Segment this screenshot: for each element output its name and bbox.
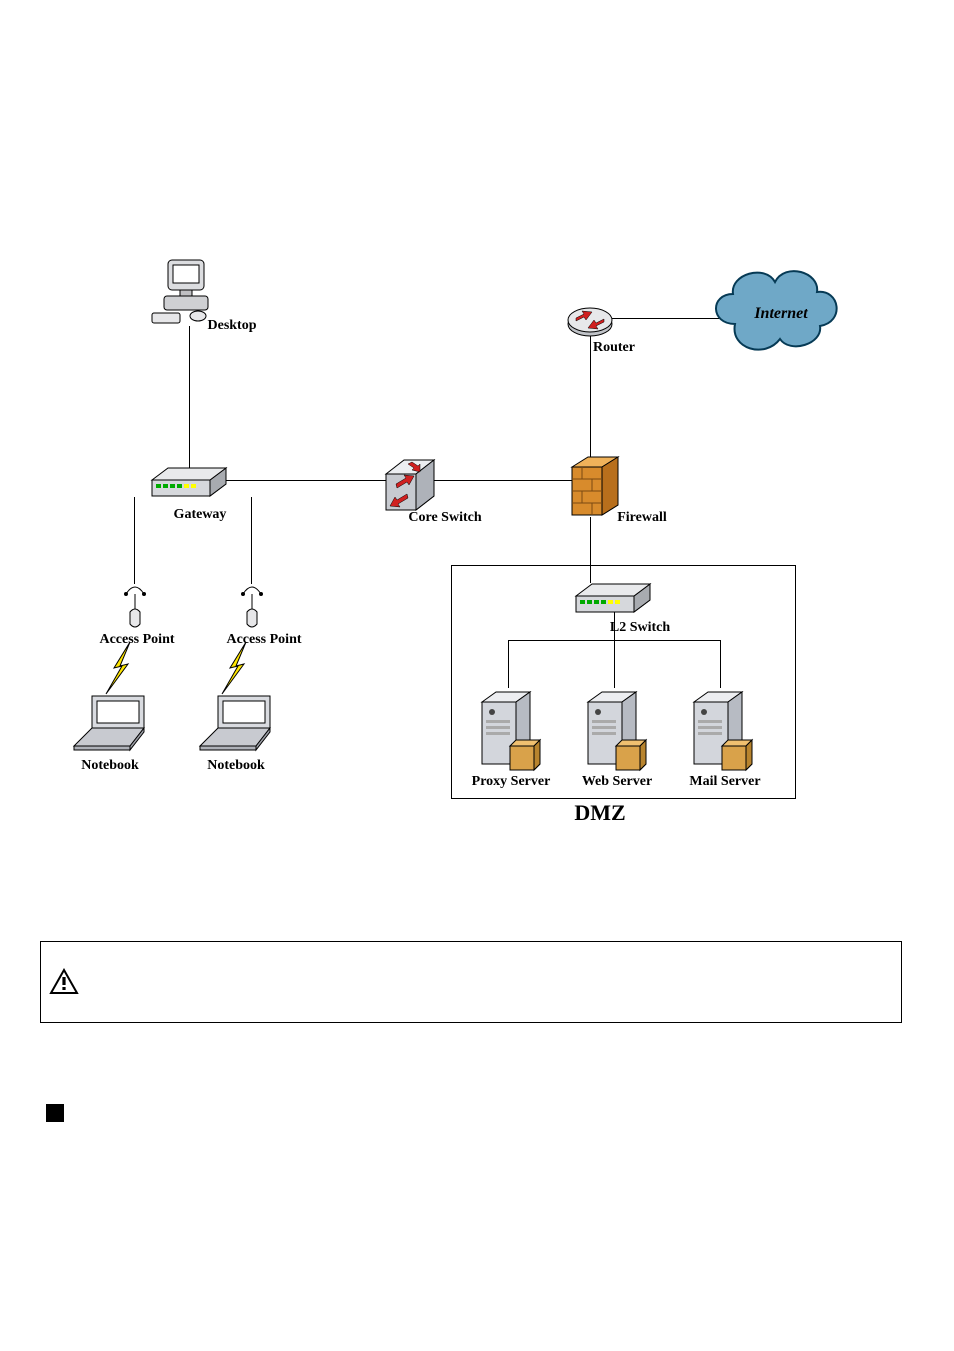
wireless-lightning-icon (100, 640, 140, 700)
router-icon (566, 300, 614, 338)
router-label: Router (593, 340, 635, 356)
caution-box (40, 941, 902, 1023)
notebook-icon (196, 692, 280, 754)
access-point-icon (120, 584, 150, 632)
desktop-label: Desktop (207, 318, 256, 334)
notebook-icon (70, 692, 154, 754)
network-diagram: Desktop Router Internet Gateway Core Swi… (0, 0, 954, 1351)
gateway-icon (150, 466, 228, 500)
link-line (189, 326, 190, 480)
link-line (134, 497, 135, 584)
notebook-1-label: Notebook (81, 758, 139, 774)
link-line (251, 497, 252, 584)
mail-server-label: Mail Server (689, 774, 760, 790)
web-server-icon (582, 688, 648, 772)
mail-server-icon (688, 688, 754, 772)
proxy-server-icon (476, 688, 542, 772)
notebook-2-label: Notebook (207, 758, 265, 774)
proxy-server-label: Proxy Server (472, 774, 551, 790)
core-switch-label: Core Switch (408, 510, 481, 526)
firewall-icon (568, 455, 622, 519)
link-line (590, 335, 591, 460)
firewall-label: Firewall (617, 510, 667, 526)
l2-switch-icon (574, 582, 652, 616)
gateway-label: Gateway (174, 507, 227, 523)
l2-switch-label: L2 Switch (610, 620, 670, 636)
wireless-lightning-icon (216, 640, 256, 700)
core-switch-icon (382, 456, 442, 514)
black-square-bullet (46, 1104, 64, 1122)
web-server-label: Web Server (582, 774, 652, 790)
access-point-icon (237, 584, 267, 632)
dmz-label: DMZ (574, 800, 625, 826)
internet-label: Internet (754, 305, 807, 323)
